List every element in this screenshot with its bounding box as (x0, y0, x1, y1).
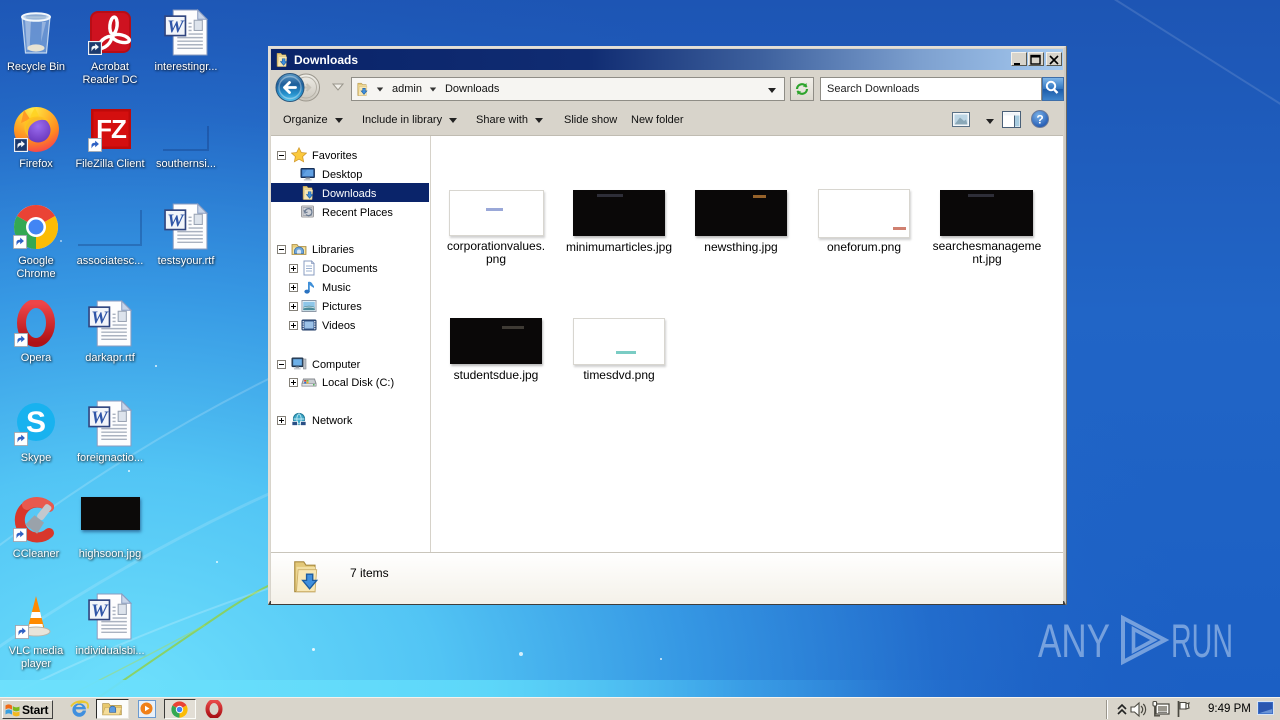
svg-text:S: S (26, 406, 46, 439)
svg-text:ANY: ANY (1038, 614, 1110, 667)
svg-text:RUN: RUN (1171, 614, 1233, 667)
svg-text:?: ? (1036, 113, 1043, 127)
